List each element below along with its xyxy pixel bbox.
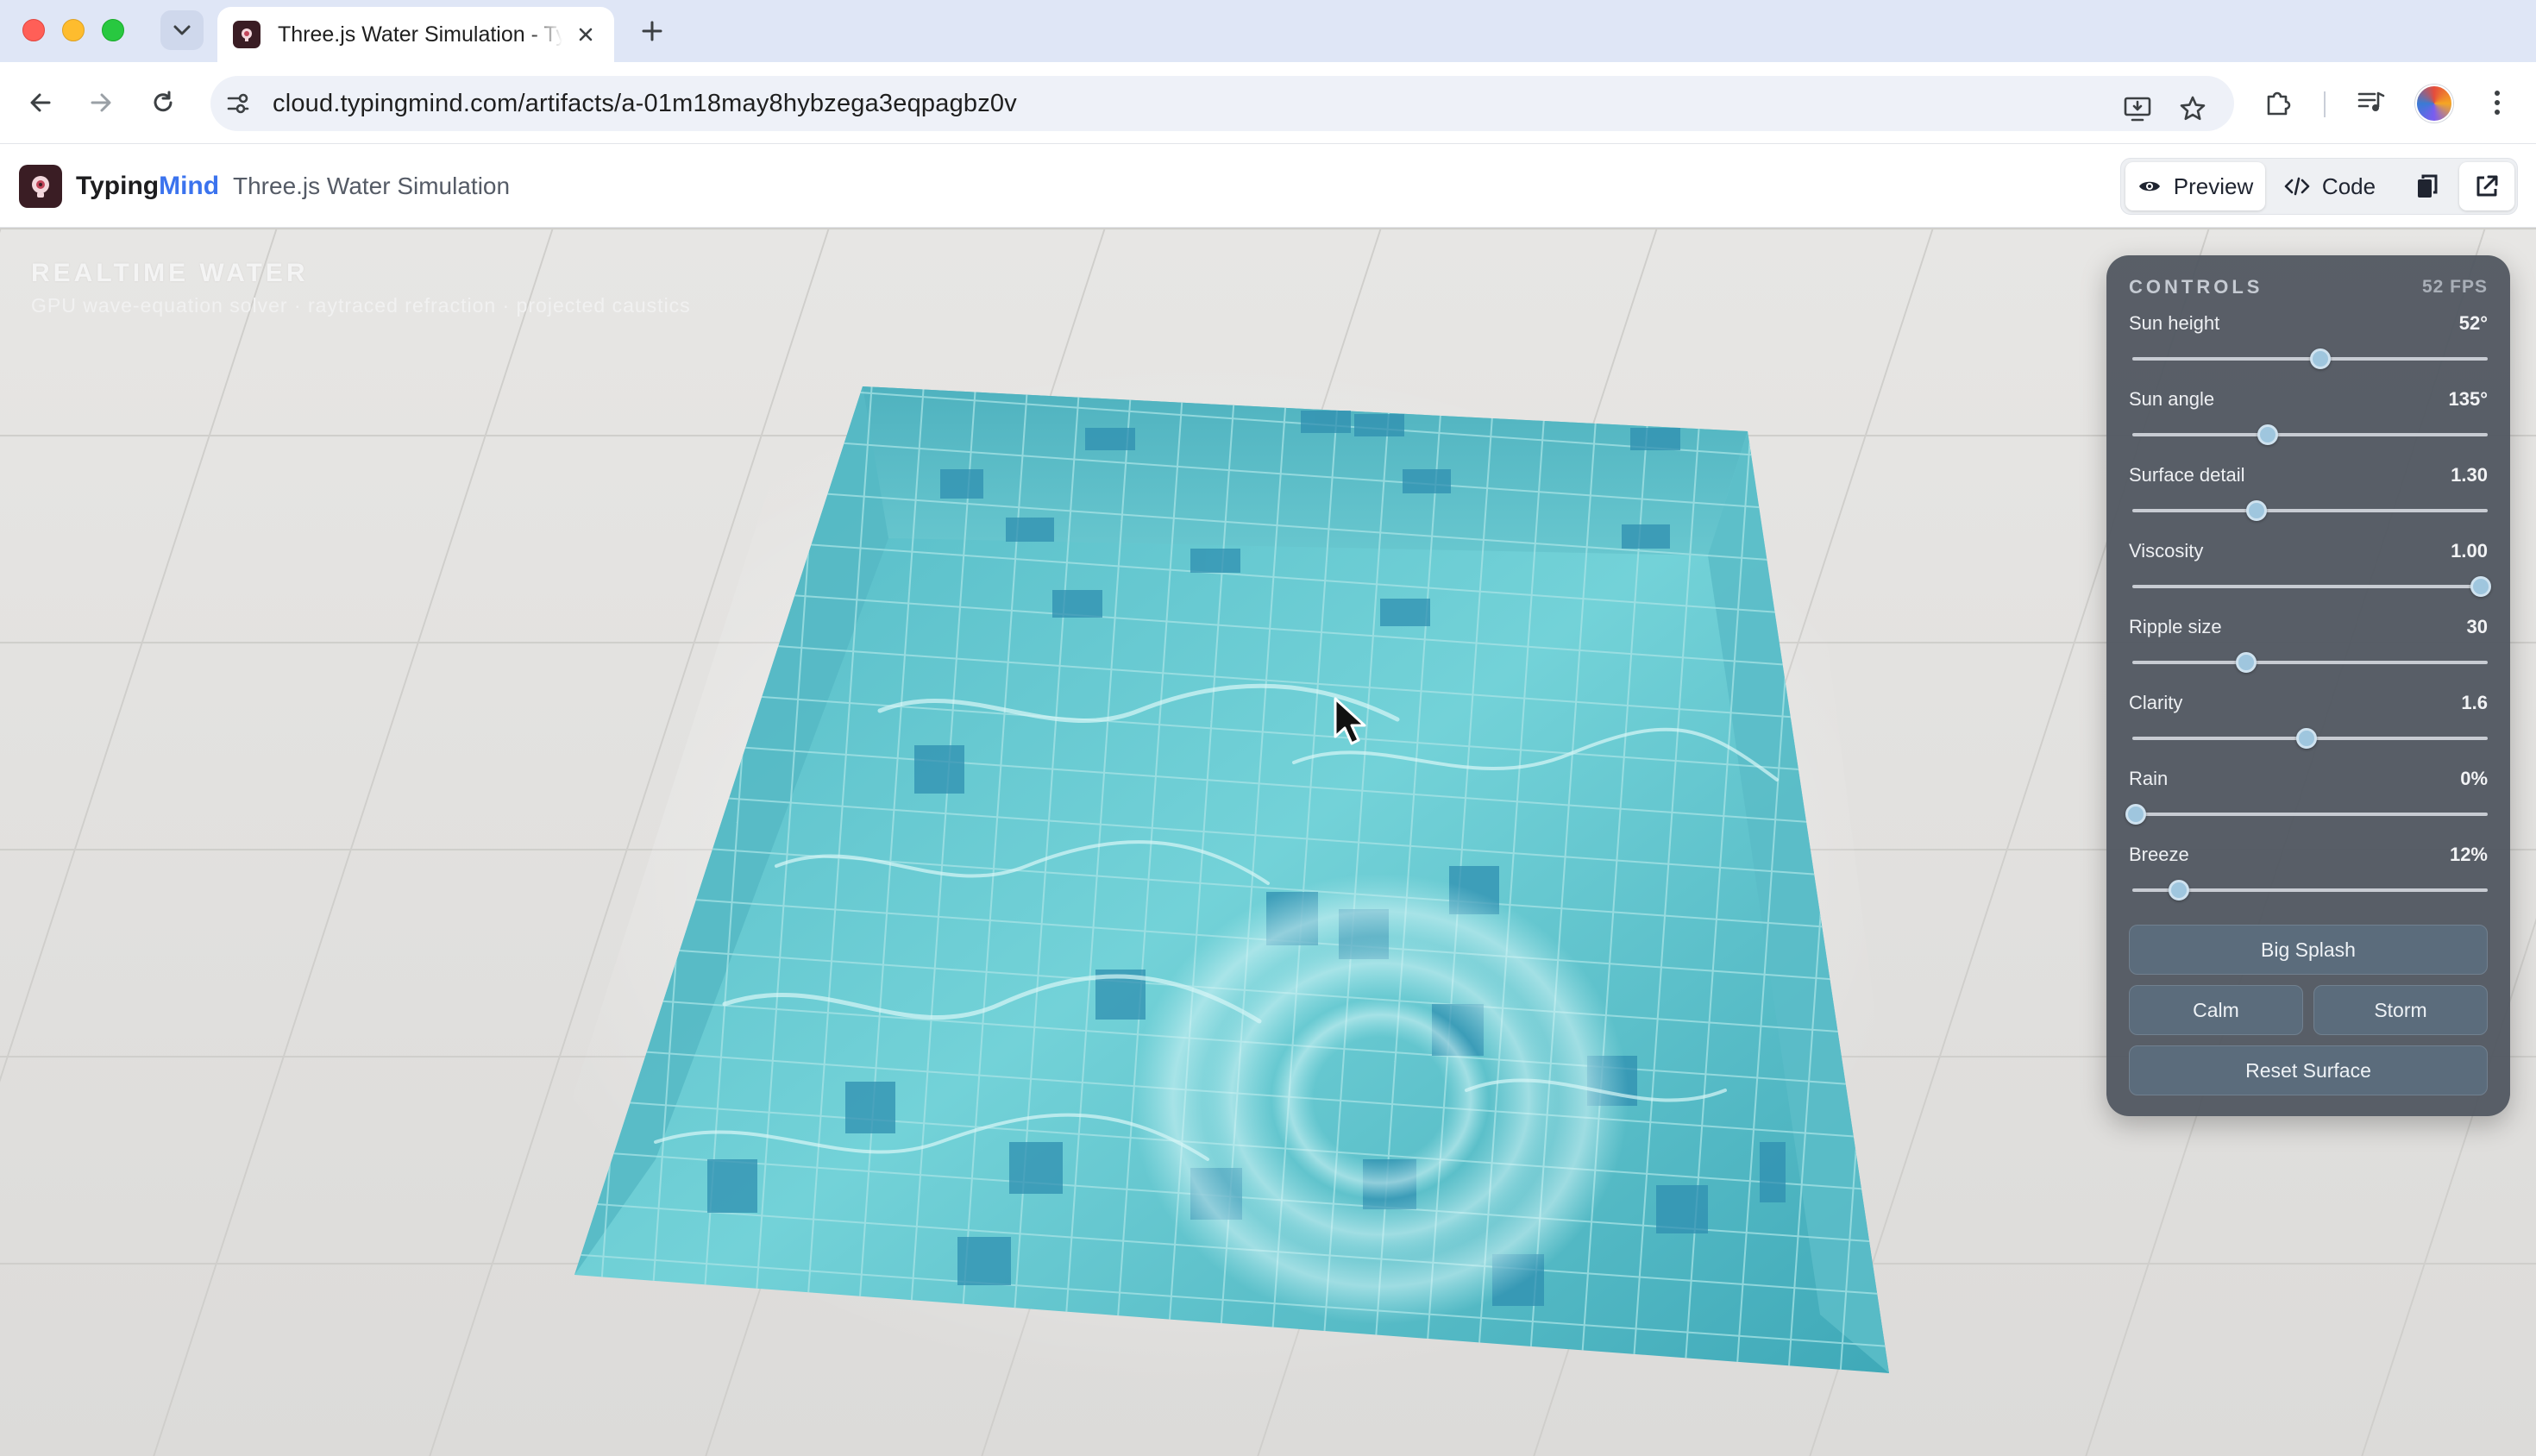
calm-button[interactable]: Calm xyxy=(2129,985,2303,1035)
slider-track[interactable] xyxy=(2132,813,2488,816)
new-tab-button[interactable] xyxy=(635,14,669,48)
open-external-button[interactable] xyxy=(2459,162,2514,210)
controls-panel: CONTROLS 52 FPS Sun height 52° Sun angle 1… xyxy=(2106,255,2510,1116)
slider-thumb[interactable] xyxy=(2235,652,2257,673)
slider-label: Sun angle xyxy=(2129,388,2215,410)
url-text: cloud.typingmind.com/artifacts/a-01m18ma… xyxy=(273,89,1017,117)
controls-title: CONTROLS xyxy=(2129,276,2263,298)
view-toggle: Preview Code xyxy=(2120,158,2518,215)
slider-label: Surface detail xyxy=(2129,464,2245,486)
browser-toolbar: cloud.typingmind.com/artifacts/a-01m18ma… xyxy=(0,62,2536,143)
slider-label: Rain xyxy=(2129,768,2169,789)
ripple-size-slider[interactable]: Ripple size 30 xyxy=(2129,616,2488,685)
window-zoom-button[interactable] xyxy=(102,19,124,41)
slider-thumb[interactable] xyxy=(2470,576,2491,597)
app-header: TypingMind Three.js Water Simulation Pre… xyxy=(0,143,2536,228)
big-splash-button[interactable]: Big Splash xyxy=(2129,925,2488,975)
fps-counter: 52 FPS xyxy=(2421,277,2488,297)
puzzle-icon xyxy=(2267,91,2291,116)
slider-track[interactable] xyxy=(2132,509,2488,512)
scene-subtitle: GPU wave-equation solver · raytraced ref… xyxy=(31,294,691,317)
code-icon xyxy=(2284,177,2310,196)
browser-tab-active[interactable]: Three.js Water Simulation - TypingMind xyxy=(217,7,614,62)
slider-thumb[interactable] xyxy=(2295,728,2317,749)
window-close-button[interactable] xyxy=(22,19,45,41)
sun-height-slider[interactable]: Sun height 52° xyxy=(2129,312,2488,381)
typingmind-logo-icon xyxy=(19,165,62,208)
slider-label: Viscosity xyxy=(2129,540,2204,562)
preview-tab[interactable]: Preview xyxy=(2125,162,2265,210)
forward-button[interactable] xyxy=(79,81,122,124)
browser-menu-button[interactable] xyxy=(2476,81,2519,124)
slider-label: Sun height xyxy=(2129,312,2220,334)
rain-slider[interactable]: Rain 0% xyxy=(2125,768,2488,837)
copy-button[interactable] xyxy=(2400,162,2455,210)
arrow-right-icon xyxy=(91,93,111,112)
surface-detail-slider[interactable]: Surface detail 1.30 xyxy=(2129,464,2488,533)
address-bar[interactable]: cloud.typingmind.com/artifacts/a-01m18ma… xyxy=(210,76,2234,131)
install-app-button[interactable] xyxy=(2115,86,2160,131)
slider-value: 52° xyxy=(2458,312,2488,334)
slider-thumb[interactable] xyxy=(2310,348,2332,369)
slider-value: 1.30 xyxy=(2451,464,2488,486)
window-minimize-button[interactable] xyxy=(62,19,85,41)
slider-track[interactable] xyxy=(2132,661,2488,664)
slider-value: 30 xyxy=(2466,616,2488,637)
slider-value: 1.00 xyxy=(2451,540,2488,562)
slider-thumb[interactable] xyxy=(2257,424,2278,445)
breeze-slider[interactable]: Breeze 12% xyxy=(2129,844,2488,913)
media-controls-button[interactable] xyxy=(2350,81,2393,124)
slider-value: 12% xyxy=(2449,844,2488,865)
site-settings-icon xyxy=(227,93,249,114)
reset-surface-button[interactable]: Reset Surface xyxy=(2129,1045,2488,1095)
code-label: Code xyxy=(2321,173,2376,199)
viscosity-slider[interactable]: Viscosity 1.00 xyxy=(2129,540,2491,609)
back-button[interactable] xyxy=(19,81,62,124)
clarity-slider[interactable]: Clarity 1.6 xyxy=(2129,692,2488,761)
scene-title: REALTIME WATER xyxy=(31,259,309,287)
slider-value: 1.6 xyxy=(2461,692,2488,713)
artifact-title: Three.js Water Simulation xyxy=(233,173,511,199)
more-vertical-icon xyxy=(2495,91,2500,115)
chevron-down-icon xyxy=(173,25,191,35)
slider-label: Ripple size xyxy=(2129,616,2222,637)
sun-angle-slider[interactable]: Sun angle 135° xyxy=(2129,388,2488,457)
profile-avatar[interactable] xyxy=(2415,85,2453,122)
browser-tab-bar: Three.js Water Simulation - TypingMind xyxy=(0,0,2536,62)
site-info-button[interactable] xyxy=(216,81,261,126)
star-icon xyxy=(2180,96,2206,121)
slider-label: Breeze xyxy=(2129,844,2189,865)
slider-value: 135° xyxy=(2448,388,2488,410)
code-tab[interactable]: Code xyxy=(2269,162,2390,210)
typingmind-favicon-icon xyxy=(233,21,261,48)
slider-value: 0% xyxy=(2460,768,2488,789)
external-link-icon xyxy=(2476,175,2498,197)
install-icon xyxy=(2124,97,2151,122)
controls-header: CONTROLS 52 FPS xyxy=(2129,276,2488,298)
tab-close-icon[interactable] xyxy=(573,22,599,47)
eye-icon xyxy=(2138,181,2160,191)
reload-icon xyxy=(154,91,173,112)
preview-label: Preview xyxy=(2173,173,2254,199)
storm-button[interactable]: Storm xyxy=(2313,985,2488,1035)
arrow-left-icon xyxy=(30,93,51,112)
brand-name: TypingMind xyxy=(76,172,220,200)
toolbar-divider xyxy=(2324,91,2326,117)
bookmark-button[interactable] xyxy=(2170,86,2215,131)
copy-icon xyxy=(2418,174,2438,198)
slider-thumb[interactable] xyxy=(2125,804,2147,825)
tab-search-button[interactable] xyxy=(160,10,204,50)
slider-thumb[interactable] xyxy=(2168,880,2189,901)
playlist-music-icon xyxy=(2357,91,2385,111)
tab-title: Three.js Water Simulation - TypingMind xyxy=(278,22,562,47)
slider-track[interactable] xyxy=(2132,433,2488,436)
plus-icon xyxy=(642,21,662,41)
reload-button[interactable] xyxy=(141,81,185,124)
slider-thumb[interactable] xyxy=(2246,500,2268,521)
slider-label: Clarity xyxy=(2129,692,2183,713)
slider-track[interactable] xyxy=(2132,585,2488,588)
extensions-button[interactable] xyxy=(2257,81,2300,124)
